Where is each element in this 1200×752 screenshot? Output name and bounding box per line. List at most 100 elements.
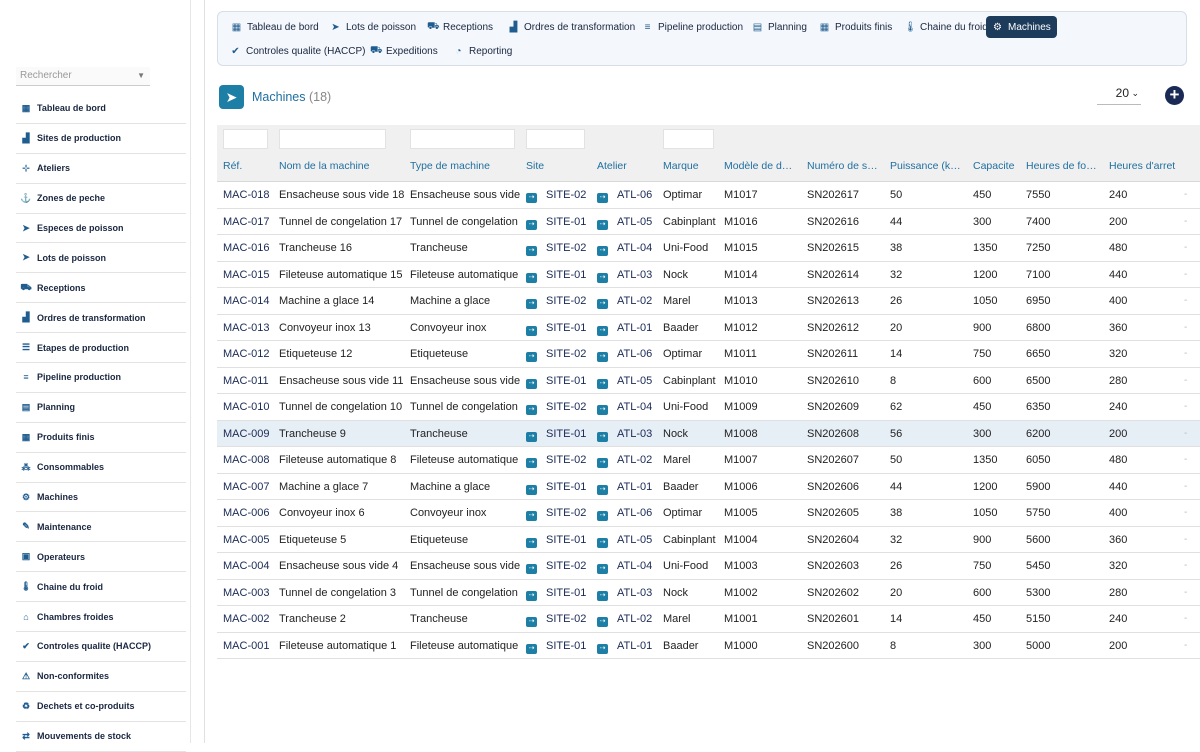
table-cell-link[interactable]: MAC-010 bbox=[223, 401, 277, 413]
table-cell-link[interactable]: ⇢ ATL-06 bbox=[597, 189, 661, 203]
cell-text[interactable]: SITE-01 bbox=[546, 375, 586, 387]
table-cell-link[interactable]: MAC-008 bbox=[223, 454, 277, 466]
column-header[interactable]: Marque bbox=[663, 160, 721, 172]
table-cell-link[interactable]: ⇢ ATL-06 bbox=[597, 348, 661, 362]
table-cell-link[interactable]: MAC-004 bbox=[223, 560, 277, 572]
cell-text[interactable]: SITE-02 bbox=[546, 348, 586, 360]
sidebar-item-controles-qualite-haccp[interactable]: ✔ Controles qualite (HACCP) bbox=[16, 632, 186, 662]
column-header[interactable]: Atelier bbox=[597, 160, 661, 172]
column-filter-input[interactable] bbox=[663, 129, 714, 149]
table-row[interactable]: MAC-012 Etiqueteuse 12 Etiqueteuse ⇢ SITE-02… bbox=[217, 341, 1200, 368]
column-header[interactable]: Réf. bbox=[223, 160, 277, 172]
table-cell-link[interactable]: MAC-011 bbox=[223, 375, 277, 387]
sidebar-item-zones-de-peche[interactable]: ⚓ Zones de peche bbox=[16, 184, 186, 214]
table-cell-link[interactable]: ⇢ ATL-01 bbox=[597, 322, 661, 336]
table-cell-link[interactable]: ⇢ ATL-05 bbox=[597, 216, 661, 230]
table-cell-link[interactable]: ⇢ SITE-02 bbox=[526, 613, 594, 627]
table-cell-link[interactable]: ⇢ SITE-02 bbox=[526, 507, 594, 521]
table-row[interactable]: MAC-006 Convoyeur inox 6 Convoyeur inox ⇢ SI… bbox=[217, 500, 1200, 527]
sidebar-item-tableau-de-bord[interactable]: ▦ Tableau de bord bbox=[16, 94, 186, 124]
cell-text[interactable]: SITE-02 bbox=[546, 295, 586, 307]
cell-text[interactable]: ATL-01 bbox=[617, 322, 652, 334]
table-cell-link[interactable]: ⇢ SITE-02 bbox=[526, 348, 594, 362]
table-row[interactable]: MAC-002 Trancheuse 2 Trancheuse ⇢ SITE-02 ⇢ AT… bbox=[217, 606, 1200, 633]
cell-text[interactable]: ATL-05 bbox=[617, 375, 652, 387]
column-header[interactable]: Type de machine bbox=[410, 160, 524, 172]
column-header[interactable]: Nom de la machine bbox=[279, 160, 407, 172]
cell-text[interactable]: SITE-01 bbox=[546, 587, 586, 599]
table-cell-link[interactable]: MAC-003 bbox=[223, 587, 277, 599]
table-row[interactable]: MAC-007 Machine a glace 7 Machine a glace ⇢… bbox=[217, 474, 1200, 500]
sidebar-item-operateurs[interactable]: ▣ Operateurs bbox=[16, 542, 186, 573]
table-cell-link[interactable]: ⇢ ATL-05 bbox=[597, 534, 661, 548]
cell-text[interactable]: ATL-03 bbox=[617, 587, 652, 599]
sidebar-item-maintenance[interactable]: ✎ Maintenance bbox=[16, 512, 186, 543]
sidebar-item-chaine-du-froid[interactable]: 🌡 Chaine du froid bbox=[16, 572, 186, 603]
table-cell-link[interactable]: ⇢ ATL-04 bbox=[597, 401, 661, 415]
table-cell-link[interactable]: MAC-002 bbox=[223, 613, 277, 625]
table-cell-link[interactable]: ⇢ ATL-02 bbox=[597, 295, 661, 309]
table-row[interactable]: MAC-011 Ensacheuse sous vide 11 Ensacheuse… bbox=[217, 368, 1200, 394]
table-cell-link[interactable]: MAC-009 bbox=[223, 428, 277, 440]
table-cell-link[interactable]: ⇢ SITE-01 bbox=[526, 640, 594, 654]
cell-text[interactable]: ATL-06 bbox=[617, 348, 652, 360]
table-cell-link[interactable]: MAC-013 bbox=[223, 322, 277, 334]
sidebar-item-ateliers[interactable]: ⊹ Ateliers bbox=[16, 154, 186, 184]
table-cell-link[interactable]: ⇢ ATL-02 bbox=[597, 613, 661, 627]
nav-item-planning[interactable]: ▤ Planning bbox=[746, 16, 813, 38]
table-cell-link[interactable]: ⇢ SITE-01 bbox=[526, 587, 594, 601]
page-size-select[interactable]: 20 ⌄ bbox=[1097, 86, 1141, 105]
table-row[interactable]: MAC-001 Fileteuse automatique 1 Fileteuse … bbox=[217, 633, 1200, 659]
table-row[interactable]: MAC-004 Ensacheuse sous vide 4 Ensacheuse … bbox=[217, 553, 1200, 580]
column-header[interactable]: Site bbox=[526, 160, 594, 172]
table-cell-link[interactable]: ⇢ SITE-02 bbox=[526, 401, 594, 415]
cell-text[interactable]: ATL-01 bbox=[617, 640, 652, 652]
table-cell-link[interactable]: ⇢ SITE-02 bbox=[526, 189, 594, 203]
table-cell-link[interactable]: ⇢ ATL-03 bbox=[597, 428, 661, 442]
column-header[interactable]: Modèle de d… bbox=[724, 160, 804, 172]
cell-text[interactable]: ATL-06 bbox=[617, 507, 652, 519]
nav-item-produits-finis[interactable]: ▦ Produits finis bbox=[813, 16, 898, 38]
cell-text[interactable]: ATL-03 bbox=[617, 428, 652, 440]
sidebar-item-pipeline-production[interactable]: ≡ Pipeline production bbox=[16, 363, 186, 393]
cell-text[interactable]: SITE-02 bbox=[546, 613, 586, 625]
table-row[interactable]: MAC-013 Convoyeur inox 13 Convoyeur inox ⇢ S… bbox=[217, 315, 1200, 341]
table-cell-link[interactable]: ⇢ ATL-03 bbox=[597, 587, 661, 601]
nav-item-reporting[interactable]: ◔ Reporting bbox=[447, 40, 518, 62]
cell-text[interactable]: ATL-05 bbox=[617, 534, 652, 546]
nav-item-pipeline-production[interactable]: ≡ Pipeline production bbox=[636, 16, 749, 38]
sidebar-item-ordres-de-transformation[interactable]: ▟ Ordres de transformation bbox=[16, 303, 186, 334]
sidebar-item-machines[interactable]: ⚙ Machines bbox=[16, 483, 186, 513]
table-row[interactable]: MAC-003 Tunnel de congelation 3 Tunnel de … bbox=[217, 580, 1200, 606]
cell-text[interactable]: ATL-06 bbox=[617, 189, 652, 201]
cell-text[interactable]: SITE-01 bbox=[546, 534, 586, 546]
sidebar-item-produits-finis[interactable]: ▦ Produits finis bbox=[16, 423, 186, 453]
table-cell-link[interactable]: ⇢ ATL-01 bbox=[597, 481, 661, 495]
table-cell-link[interactable]: MAC-017 bbox=[223, 216, 277, 228]
column-header[interactable]: Puissance (k… bbox=[890, 160, 970, 172]
sidebar-item-receptions[interactable]: ⛟ Receptions bbox=[16, 273, 186, 304]
table-row[interactable]: MAC-015 Fileteuse automatique 15 Fileteuse… bbox=[217, 262, 1200, 288]
sidebar-item-etapes-de-production[interactable]: ☰ Etapes de production bbox=[16, 333, 186, 364]
table-cell-link[interactable]: ⇢ SITE-01 bbox=[526, 322, 594, 336]
table-row[interactable]: MAC-017 Tunnel de congelation 17 Tunnel de… bbox=[217, 209, 1200, 235]
table-cell-link[interactable]: MAC-015 bbox=[223, 269, 277, 281]
add-machine-button[interactable]: + bbox=[1165, 86, 1184, 105]
table-cell-link[interactable]: MAC-018 bbox=[223, 189, 277, 201]
cell-text[interactable]: SITE-02 bbox=[546, 189, 586, 201]
nav-item-expeditions[interactable]: ⛟ Expeditions bbox=[364, 40, 444, 62]
table-cell-link[interactable]: ⇢ ATL-03 bbox=[597, 269, 661, 283]
table-cell-link[interactable]: MAC-016 bbox=[223, 242, 277, 254]
cell-text[interactable]: ATL-04 bbox=[617, 401, 652, 413]
nav-item-controles-qualite-haccp[interactable]: ✔ Controles qualite (HACCP) bbox=[224, 40, 372, 62]
table-row[interactable]: MAC-009 Trancheuse 9 Trancheuse ⇢ SITE-01 ⇢ AT… bbox=[217, 420, 1200, 447]
cell-text[interactable]: SITE-01 bbox=[546, 481, 586, 493]
sidebar-item-dechets-et-co-produits[interactable]: ♻ Dechets et co-produits bbox=[16, 692, 186, 722]
cell-text[interactable]: SITE-01 bbox=[546, 640, 586, 652]
cell-text[interactable]: SITE-01 bbox=[546, 269, 586, 281]
table-cell-link[interactable]: ⇢ SITE-02 bbox=[526, 454, 594, 468]
table-row[interactable]: MAC-016 Trancheuse 16 Trancheuse ⇢ SITE-02 ⇢ A… bbox=[217, 235, 1200, 262]
table-cell-link[interactable]: ⇢ SITE-02 bbox=[526, 242, 594, 256]
cell-text[interactable]: SITE-02 bbox=[546, 401, 586, 413]
cell-text[interactable]: SITE-01 bbox=[546, 428, 586, 440]
